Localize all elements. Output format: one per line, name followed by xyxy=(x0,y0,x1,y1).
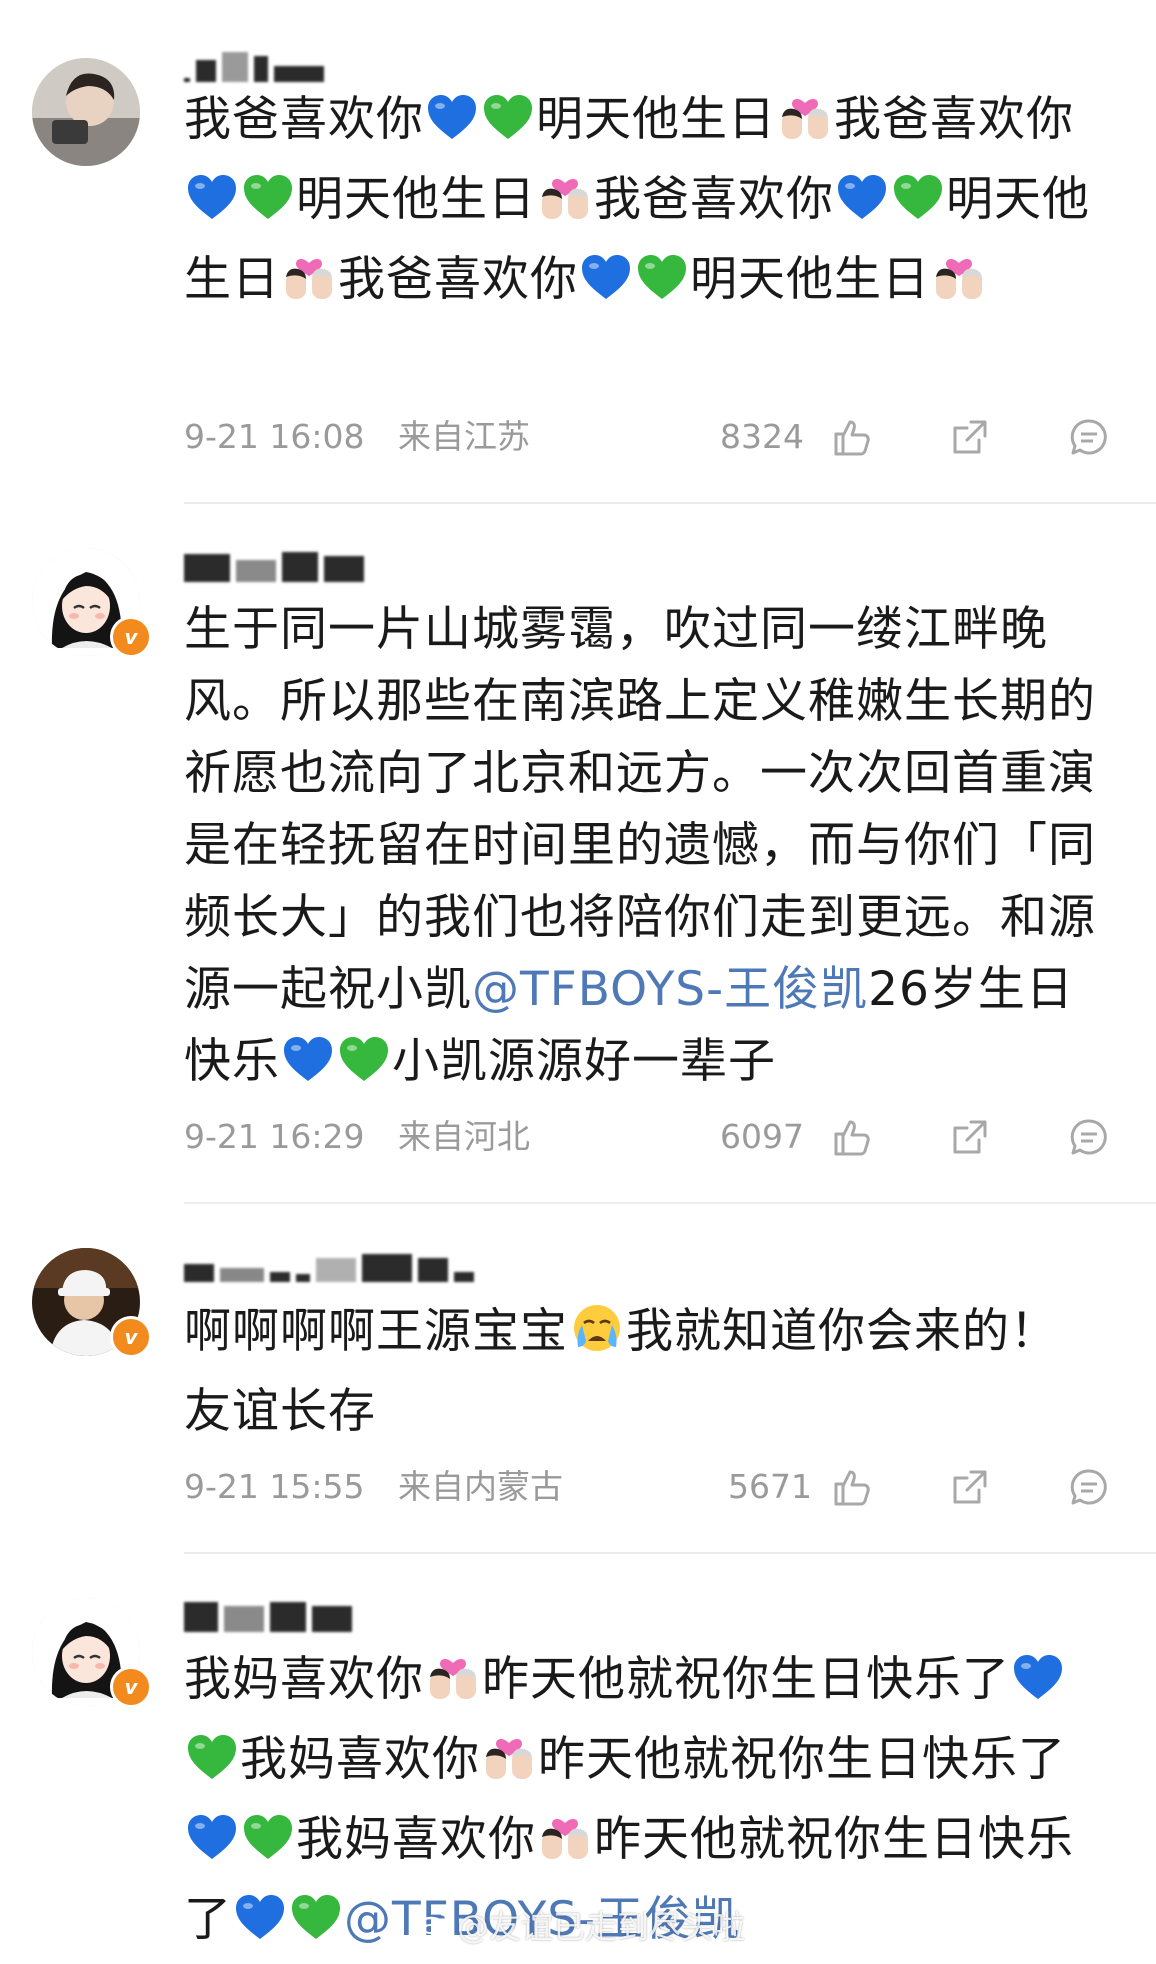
mention-link[interactable]: @TFBOYS-王俊凯 xyxy=(472,962,868,1017)
divider xyxy=(184,502,1156,504)
watermark-text: @友谊已走到尽头啦 xyxy=(457,1908,746,1946)
comment-time: 9-21 16:29 xyxy=(184,1117,365,1156)
comment-text: 啊啊啊啊王源宝宝 我就知道你会来的！友谊长存 xyxy=(184,1296,1104,1448)
share-icon[interactable] xyxy=(949,416,991,458)
share-icon[interactable] xyxy=(949,1116,991,1158)
username-blurred[interactable] xyxy=(184,1598,352,1632)
divider xyxy=(184,1202,1156,1204)
blue-heart-emoji xyxy=(836,172,888,244)
comment-text-segment: 我爸喜欢你 xyxy=(594,172,834,227)
comment-meta: 9-21 16:29 来自河北 6097 xyxy=(184,1112,1114,1162)
comment-text-segment: 我爸喜欢你 xyxy=(834,92,1074,147)
blue-heart-emoji xyxy=(186,1812,238,1884)
green-heart-emoji xyxy=(636,252,688,324)
verified-badge: v xyxy=(110,1316,152,1358)
like-count: 8324 xyxy=(720,417,804,456)
username-blurred[interactable] xyxy=(184,1248,474,1282)
like-icon[interactable] xyxy=(830,1466,872,1508)
blue-heart-emoji xyxy=(282,1034,334,1106)
comment-text-segment: 我妈喜欢你 xyxy=(296,1812,536,1867)
like-count: 5671 xyxy=(728,1467,812,1506)
comment-text-segment: 明天他生日 xyxy=(296,172,536,227)
username-blurred[interactable] xyxy=(184,48,324,82)
comment-meta: 9-21 15:55 来自内蒙古 5671 xyxy=(184,1462,1114,1512)
crying-face-emoji xyxy=(570,1301,624,1376)
comment-text: 生于同一片山城雾霭，吹过同一缕江畔晚风。所以那些在南滨路上定义稚嫩生长期的祈愿也… xyxy=(184,594,1104,1106)
blue-heart-emoji xyxy=(186,172,238,244)
green-heart-emoji xyxy=(242,1812,294,1884)
weibo-logo-icon xyxy=(415,1912,450,1940)
comment-text-segment: 我妈喜欢你 xyxy=(240,1732,480,1787)
reply-icon[interactable] xyxy=(1068,416,1110,458)
blue-heart-emoji xyxy=(580,252,632,324)
comment-time: 9-21 15:55 xyxy=(184,1467,365,1506)
comment-body: 生于同一片山城雾霭，吹过同一缕江畔晚风。所以那些在南滨路上定义稚嫩生长期的祈愿也… xyxy=(184,602,1096,1017)
couple-kiss-emoji xyxy=(778,89,832,164)
comment-text-segment: 我爸喜欢你 xyxy=(184,92,424,147)
comment-meta: 9-21 16:08 来自江苏 8324 xyxy=(184,412,1114,462)
couple-kiss-emoji xyxy=(932,249,986,324)
green-heart-emoji xyxy=(482,92,534,164)
green-heart-emoji xyxy=(338,1034,390,1106)
green-heart-emoji xyxy=(186,1732,238,1804)
reply-icon[interactable] xyxy=(1068,1466,1110,1508)
blue-heart-emoji xyxy=(426,92,478,164)
username-blurred[interactable] xyxy=(184,548,364,582)
green-heart-emoji xyxy=(290,1892,342,1964)
comment-text: 我爸喜欢你 明天他生日 我爸喜欢你明天他生日 我爸喜欢你 明天他生日 我爸喜欢你 明天他生日 xyxy=(184,84,1104,324)
like-icon[interactable] xyxy=(830,416,872,458)
blue-heart-emoji xyxy=(1012,1652,1064,1724)
comment-location: 来自河北 xyxy=(398,1117,530,1156)
like-icon[interactable] xyxy=(830,1116,872,1158)
avatar[interactable] xyxy=(32,58,140,166)
reply-icon[interactable] xyxy=(1068,1116,1110,1158)
couple-kiss-emoji xyxy=(426,1649,480,1724)
verified-badge: v xyxy=(110,1666,152,1708)
couple-kiss-emoji xyxy=(538,1809,592,1884)
verified-badge: v xyxy=(110,616,152,658)
like-count: 6097 xyxy=(720,1117,804,1156)
green-heart-emoji xyxy=(242,172,294,244)
couple-kiss-emoji xyxy=(482,1729,536,1804)
comment-tail-2: 小凯源源好一辈子 xyxy=(392,1034,776,1089)
comment-text-segment: 我妈喜欢你 xyxy=(184,1652,424,1707)
comment-body: 啊啊啊啊王源宝宝 xyxy=(184,1304,568,1359)
couple-kiss-emoji xyxy=(282,249,336,324)
couple-kiss-emoji xyxy=(538,169,592,244)
watermark: @友谊已走到尽头啦 xyxy=(415,1903,745,1947)
comment-text-segment: 明天他生日 xyxy=(690,252,930,307)
blue-heart-emoji xyxy=(234,1892,286,1964)
comment-location: 来自江苏 xyxy=(398,417,530,456)
share-icon[interactable] xyxy=(949,1466,991,1508)
divider xyxy=(184,1552,1156,1554)
comment-time: 9-21 16:08 xyxy=(184,417,365,456)
comment-text-segment: 我爸喜欢你 xyxy=(338,252,578,307)
comment-location: 来自内蒙古 xyxy=(398,1467,563,1506)
comment-text-segment: 明天他生日 xyxy=(536,92,776,147)
comment-text-segment: 昨天他就祝你生日快乐了 xyxy=(538,1732,1066,1787)
comment-text-segment: 昨天他就祝你生日快乐了 xyxy=(482,1652,1010,1707)
green-heart-emoji xyxy=(892,172,944,244)
